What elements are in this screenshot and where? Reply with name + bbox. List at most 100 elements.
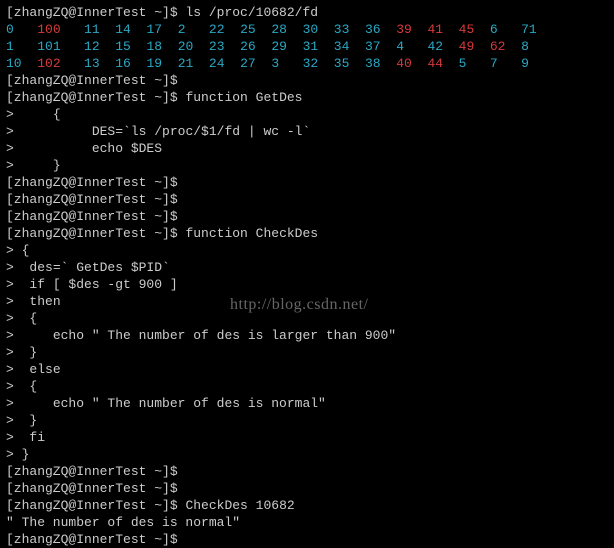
- fd-entry: 71: [521, 21, 552, 38]
- fd-entry: 8: [521, 38, 552, 55]
- fd-entry: 102: [37, 55, 84, 72]
- continuation-prompt: >: [6, 294, 14, 309]
- fd-entry: 42: [427, 38, 458, 55]
- fd-entry: 3: [271, 55, 302, 72]
- fd-entry: 14: [115, 21, 146, 38]
- fd-entry: 49: [459, 38, 490, 55]
- continuation-prompt: >: [6, 413, 14, 428]
- fd-entry: 40: [396, 55, 427, 72]
- shell-prompt: [zhangZQ@InnerTest ~]$: [6, 73, 178, 88]
- fd-entry: 2: [178, 21, 209, 38]
- command-text: function GetDes: [185, 90, 302, 105]
- fd-entry: 13: [84, 55, 115, 72]
- command-output: " The number of des is normal": [6, 515, 240, 530]
- fd-entry: 35: [334, 55, 365, 72]
- continuation-prompt: >: [6, 158, 14, 173]
- fd-entry: 62: [490, 38, 521, 55]
- fd-entry: 27: [240, 55, 271, 72]
- code-line: {: [14, 311, 37, 326]
- fd-listing-row: 0 100 11 14 17 2 22 25 28 30 33 36 39 41…: [6, 21, 608, 38]
- fd-entry: 5: [459, 55, 490, 72]
- fd-entry: 45: [459, 21, 490, 38]
- fd-entry: 38: [365, 55, 396, 72]
- shell-prompt: [zhangZQ@InnerTest ~]$: [6, 175, 178, 190]
- fd-entry: 24: [209, 55, 240, 72]
- fd-entry: 15: [115, 38, 146, 55]
- fd-entry: 44: [427, 55, 458, 72]
- code-line: }: [14, 345, 37, 360]
- fd-entry: 9: [521, 55, 552, 72]
- shell-prompt: [zhangZQ@InnerTest ~]$: [6, 464, 178, 479]
- continuation-prompt: >: [6, 124, 14, 139]
- fd-entry: 32: [303, 55, 334, 72]
- fd-entry: 23: [209, 38, 240, 55]
- fd-entry: 7: [490, 55, 521, 72]
- fd-entry: 26: [240, 38, 271, 55]
- continuation-prompt: >: [6, 447, 14, 462]
- fd-entry: 101: [37, 38, 84, 55]
- code-line: }: [22, 447, 30, 462]
- code-line: echo $DES: [14, 141, 162, 156]
- shell-prompt: [zhangZQ@InnerTest ~]$: [6, 192, 178, 207]
- fd-entry: 22: [209, 21, 240, 38]
- shell-prompt: [zhangZQ@InnerTest ~]$: [6, 498, 178, 513]
- code-line: }: [14, 413, 37, 428]
- fd-entry: 41: [427, 21, 458, 38]
- continuation-prompt: >: [6, 430, 14, 445]
- continuation-prompt: >: [6, 277, 14, 292]
- command-text: function CheckDes: [185, 226, 318, 241]
- fd-entry: 34: [334, 38, 365, 55]
- continuation-prompt: >: [6, 379, 14, 394]
- continuation-prompt: >: [6, 328, 14, 343]
- code-line: echo " The number of des is larger than …: [14, 328, 396, 343]
- continuation-prompt: >: [6, 260, 14, 275]
- fd-entry: 4: [396, 38, 427, 55]
- fd-entry: 30: [303, 21, 334, 38]
- fd-entry: 100: [37, 21, 84, 38]
- fd-entry: 28: [271, 21, 302, 38]
- code-line: {: [14, 379, 37, 394]
- fd-listing-row: 1 101 12 15 18 20 23 26 29 31 34 37 4 42…: [6, 38, 608, 55]
- fd-entry: 12: [84, 38, 115, 55]
- code-line: then: [14, 294, 61, 309]
- fd-entry: 19: [146, 55, 177, 72]
- code-line: else: [14, 362, 61, 377]
- continuation-prompt: >: [6, 107, 14, 122]
- continuation-prompt: >: [6, 362, 14, 377]
- command-text: ls /proc/10682/fd: [178, 5, 318, 20]
- shell-prompt[interactable]: [zhangZQ@InnerTest ~]$: [6, 532, 178, 547]
- fd-entry: 21: [178, 55, 209, 72]
- continuation-prompt: >: [6, 141, 14, 156]
- code-line: des=` GetDes $PID`: [14, 260, 170, 275]
- fd-entry: 25: [240, 21, 271, 38]
- fd-entry: 29: [271, 38, 302, 55]
- code-line: fi: [14, 430, 45, 445]
- fd-entry: 36: [365, 21, 396, 38]
- fd-listing-row: 10 102 13 16 19 21 24 27 3 32 35 38 40 4…: [6, 55, 608, 72]
- fd-entry: 11: [84, 21, 115, 38]
- fd-entry: 33: [334, 21, 365, 38]
- code-line: }: [14, 158, 61, 173]
- code-line: {: [14, 107, 61, 122]
- fd-entry: 31: [303, 38, 334, 55]
- continuation-prompt: >: [6, 345, 14, 360]
- continuation-prompt: >: [6, 396, 14, 411]
- command-text: CheckDes 10682: [185, 498, 294, 513]
- shell-prompt: [zhangZQ@InnerTest ~]$: [6, 5, 178, 20]
- fd-entry: 39: [396, 21, 427, 38]
- continuation-prompt: >: [6, 243, 14, 258]
- fd-entry: 37: [365, 38, 396, 55]
- fd-entry: 6: [490, 21, 521, 38]
- shell-prompt: [zhangZQ@InnerTest ~]$: [6, 90, 178, 105]
- fd-entry: 16: [115, 55, 146, 72]
- shell-prompt: [zhangZQ@InnerTest ~]$: [6, 481, 178, 496]
- code-line: if [ $des -gt 900 ]: [14, 277, 178, 292]
- continuation-prompt: >: [6, 311, 14, 326]
- shell-prompt: [zhangZQ@InnerTest ~]$: [6, 226, 178, 241]
- fd-entry: 18: [146, 38, 177, 55]
- code-line: echo " The number of des is normal": [14, 396, 326, 411]
- fd-entry: 0: [6, 21, 37, 38]
- shell-prompt: [zhangZQ@InnerTest ~]$: [6, 209, 178, 224]
- fd-entry: 1: [6, 38, 37, 55]
- fd-entry: 10: [6, 55, 37, 72]
